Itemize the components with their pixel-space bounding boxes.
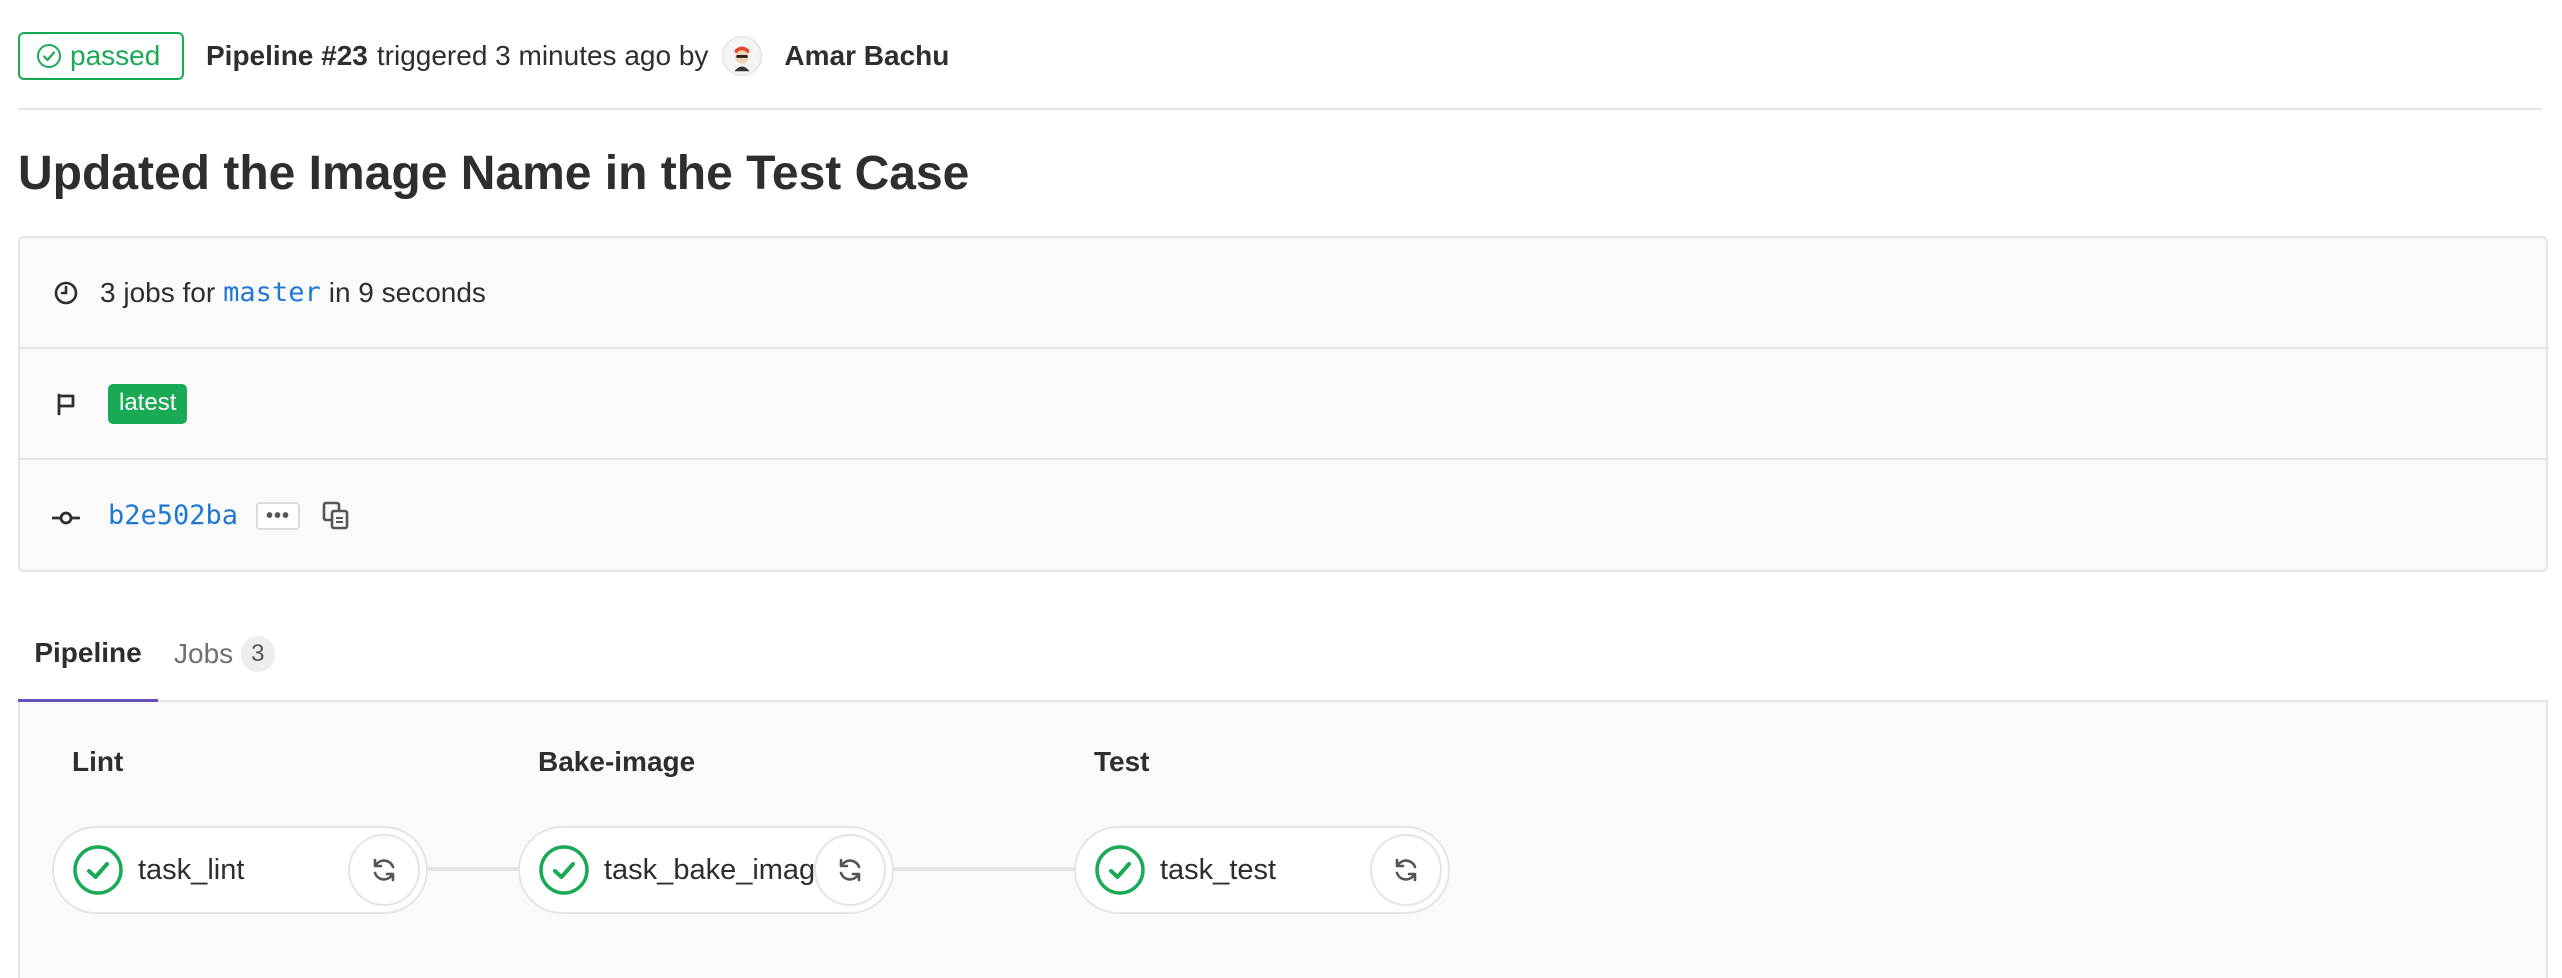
stage-connector (894, 867, 1078, 871)
check-circle-icon (37, 44, 61, 68)
expand-commit-message-button[interactable]: ••• (256, 501, 301, 530)
stage-connector (428, 867, 520, 871)
pipeline-info-panel: 3 jobs for master in 9 seconds latest b2… (18, 236, 2548, 572)
jobs-count-badge: 3 (241, 636, 275, 672)
pipeline-graph: Lint Bake-image Test task_lint task_bake… (18, 702, 2548, 978)
pipeline-tabs: Pipeline Jobs 3 (18, 606, 2548, 703)
job-name: task_lint (138, 853, 245, 886)
duration-text: in 9 seconds (328, 276, 486, 308)
check-circle-icon (1095, 845, 1145, 895)
jobs-summary-row: 3 jobs for master in 9 seconds (20, 238, 2546, 349)
check-circle-icon (73, 845, 123, 895)
branch-link[interactable]: master (223, 277, 321, 308)
job-task-test[interactable]: task_test (1074, 826, 1450, 914)
retry-icon (1395, 858, 1417, 882)
tab-pipeline-label: Pipeline (34, 636, 142, 668)
tab-pipeline[interactable]: Pipeline (18, 606, 158, 703)
tab-jobs[interactable]: Jobs 3 (174, 606, 275, 702)
retry-button[interactable] (814, 834, 886, 906)
check-circle-icon (539, 845, 589, 895)
clock-icon (54, 281, 78, 304)
tab-jobs-label: Jobs (174, 638, 234, 669)
commit-row: b2e502ba ••• (20, 460, 2546, 571)
job-task-bake-image[interactable]: task_bake_image (518, 826, 894, 914)
job-task-lint[interactable]: task_lint (52, 826, 428, 914)
pipeline-id[interactable]: Pipeline #23 (206, 40, 368, 72)
tag-row: latest (20, 349, 2546, 460)
copy-icon[interactable] (320, 500, 352, 532)
pipeline-meta: Pipeline #23 triggered 3 minutes ago by … (206, 32, 949, 80)
flag-icon (57, 393, 75, 415)
retry-button[interactable] (348, 834, 420, 906)
pipeline-header: passed Pipeline #23 triggered 3 minutes … (18, 30, 2542, 110)
retry-button[interactable] (1370, 834, 1442, 906)
commit-icon (52, 511, 80, 524)
commit-sha-link[interactable]: b2e502ba (108, 500, 238, 531)
page-title: Updated the Image Name in the Test Case (18, 147, 970, 200)
job-name: task_test (1160, 853, 1277, 886)
stage-title-bake-image: Bake-image (538, 746, 696, 777)
latest-badge: latest (108, 383, 188, 424)
stage-title-lint: Lint (72, 746, 124, 777)
status-label: passed (70, 40, 161, 71)
avatar[interactable] (722, 36, 763, 76)
retry-icon (373, 858, 395, 882)
author-name[interactable]: Amar Bachu (784, 40, 949, 72)
jobs-count-text: 3 jobs for (100, 276, 216, 308)
pipeline-page: passed Pipeline #23 triggered 3 minutes … (0, 0, 2562, 978)
triggered-text: triggered 3 minutes ago by (376, 40, 709, 71)
stage-title-test: Test (1094, 746, 1150, 777)
status-badge[interactable]: passed (18, 32, 185, 80)
job-name: task_bake_image (604, 853, 832, 886)
retry-icon (839, 858, 861, 882)
